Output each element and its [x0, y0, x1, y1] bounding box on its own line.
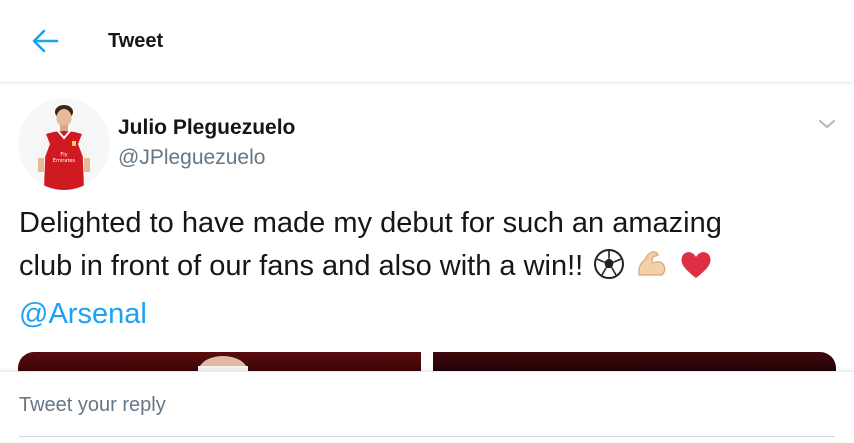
reply-input-underline [19, 436, 835, 437]
author-handle[interactable]: @JPleguezuelo [118, 146, 265, 170]
arrow-left-icon [32, 29, 59, 53]
tweet-menu-button[interactable] [812, 112, 842, 136]
chevron-down-icon [819, 120, 835, 128]
avatar-player-image: Fly Emirates [18, 98, 110, 190]
tweet-media-image-1[interactable] [18, 352, 421, 372]
tweet-detail-screen: Tweet Fly Emirates Julio Pleguezuelo @JP… [0, 0, 854, 443]
top-bar: Tweet [0, 0, 854, 83]
red-heart-icon [679, 250, 713, 293]
svg-text:Emirates: Emirates [53, 158, 76, 164]
reply-composer: Tweet your reply [0, 371, 854, 443]
flexed-biceps-icon [635, 248, 669, 293]
tweet-text-line-1: Delighted to have made my debut for such… [19, 207, 722, 239]
back-button[interactable] [28, 24, 62, 58]
page-title: Tweet [108, 30, 164, 52]
author-name[interactable]: Julio Pleguezuelo [118, 116, 295, 140]
soccer-ball-icon [593, 248, 625, 293]
arsenal-mention-link[interactable]: @Arsenal [19, 298, 147, 330]
tweet-text-line-2-text: club in front of our fans and also with … [19, 250, 584, 282]
media-photo-1 [198, 356, 248, 372]
tweet-media-image-2[interactable] [433, 352, 836, 372]
reply-input[interactable]: Tweet your reply [19, 394, 166, 417]
tweet-text: Delighted to have made my debut for such… [19, 202, 839, 336]
avatar[interactable]: Fly Emirates [18, 98, 110, 190]
tweet-text-line-3: @Arsenal [19, 293, 839, 336]
tweet-text-line-2: club in front of our fans and also with … [19, 245, 839, 293]
